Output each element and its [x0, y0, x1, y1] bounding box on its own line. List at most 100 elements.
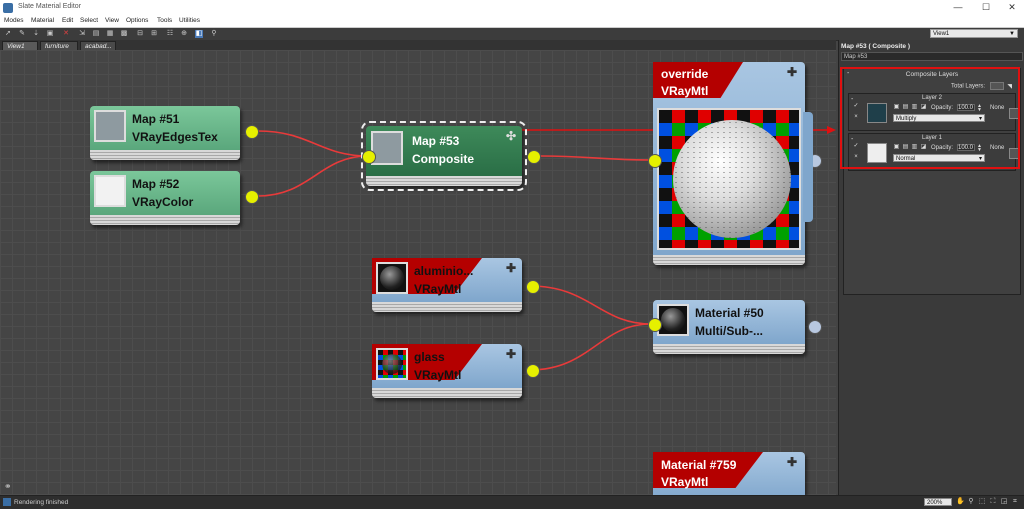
- add-icon[interactable]: ✚: [506, 261, 516, 275]
- total-layers: Total Layers: ◥: [951, 82, 1012, 90]
- zoom-select[interactable]: 200%: [924, 498, 952, 506]
- mask-label: None: [990, 105, 1005, 111]
- select-by-material-icon[interactable]: ⊕: [180, 30, 188, 38]
- zoom-selected-icon[interactable]: ◲: [1000, 498, 1008, 506]
- layer-2-opacity-input[interactable]: 100.0: [957, 104, 975, 111]
- assign-material-icon[interactable]: ▣: [46, 30, 54, 38]
- show-map-icon[interactable]: ▦: [106, 30, 114, 38]
- minimize-button[interactable]: —: [947, 1, 969, 14]
- node-map52-type: VRayColor: [132, 195, 194, 209]
- maximize-button[interactable]: ☐: [975, 1, 997, 14]
- node-map51[interactable]: Map #51 VRayEdgesTex: [90, 106, 240, 160]
- add-icon[interactable]: ✚: [787, 455, 797, 469]
- menu-utilities[interactable]: Utilities: [179, 17, 200, 24]
- node-override[interactable]: override VRayMtl ✚: [653, 62, 805, 265]
- layer-1-mask-button[interactable]: [1009, 148, 1019, 159]
- zoom-region-icon[interactable]: ⬚: [978, 498, 986, 506]
- mat50-input-socket[interactable]: [648, 318, 662, 332]
- rename-icon[interactable]: ▣: [893, 104, 900, 111]
- layer-2-map-swatch[interactable]: [867, 103, 887, 123]
- opacity-spinner-icon[interactable]: ▲ ▼: [977, 144, 982, 153]
- node-aluminio[interactable]: aluminio... VRayMtl ✚: [372, 258, 522, 312]
- layer-1-map-swatch[interactable]: [867, 143, 887, 163]
- map-name-field[interactable]: Map #53: [841, 52, 1023, 61]
- select-arrow-icon[interactable]: ➚: [4, 30, 12, 38]
- view-select-value: View1: [933, 31, 950, 37]
- layer-1-opacity-input[interactable]: 100.0: [957, 144, 975, 151]
- menu-view[interactable]: View: [105, 17, 119, 24]
- tab-furniture[interactable]: furniture: [40, 41, 78, 50]
- zoom-icon[interactable]: ⚲: [967, 498, 975, 506]
- menu-options[interactable]: Options: [126, 17, 148, 24]
- pan-icon[interactable]: ✋: [956, 498, 965, 506]
- move-children-icon[interactable]: ⇲: [78, 30, 86, 38]
- view-select[interactable]: View1 ▼: [930, 29, 1018, 38]
- node-mat50-name: Material #50: [695, 306, 764, 320]
- node-canvas[interactable]: Map #51 VRayEdgesTex Map #52 VRayColor M…: [0, 50, 836, 495]
- aluminio-output-socket[interactable]: [526, 280, 540, 294]
- menu-material[interactable]: Material: [31, 17, 54, 24]
- tab-acabad[interactable]: acabad...: [80, 41, 116, 50]
- glass-output-socket[interactable]: [526, 364, 540, 378]
- map53-output-socket[interactable]: [527, 150, 541, 164]
- navigator-binoculars-icon[interactable]: ⚭: [4, 481, 12, 492]
- menu-tools[interactable]: Tools: [157, 17, 172, 24]
- mat50-output-socket[interactable]: [808, 320, 822, 334]
- node-glass[interactable]: glass VRayMtl ✚: [372, 344, 522, 398]
- parameter-panel: Map #53 ( Composite ) Map #53 - Composit…: [838, 40, 1024, 495]
- add-icon[interactable]: ✚: [506, 347, 516, 361]
- put-to-scene-icon[interactable]: ⇣: [32, 30, 40, 38]
- chevron-down-icon: ▾: [978, 156, 982, 162]
- menu-select[interactable]: Select: [80, 17, 98, 24]
- node-mat759[interactable]: Material #759 VRayMtl ✚: [653, 452, 805, 495]
- close-button[interactable]: ✕: [1001, 1, 1023, 14]
- toggle-icon[interactable]: ◧: [195, 30, 203, 38]
- total-layers-field[interactable]: [989, 82, 1004, 90]
- delete-layer-icon[interactable]: ×: [852, 113, 860, 121]
- background-icon[interactable]: ▩: [120, 30, 128, 38]
- zoom-extents-icon[interactable]: ⛶: [989, 498, 997, 506]
- opacity-spinner-icon[interactable]: ▲ ▼: [977, 104, 982, 113]
- params-editor-icon[interactable]: ☷: [166, 30, 174, 38]
- node-override-type: VRayMtl: [661, 84, 709, 98]
- total-layers-label: Total Layers:: [951, 83, 986, 90]
- delete-icon[interactable]: ✕: [62, 30, 70, 38]
- wire-aluminio-mat50: [529, 285, 652, 325]
- visibility-icon[interactable]: ✓: [852, 102, 860, 110]
- mask-label: None: [990, 145, 1005, 151]
- override-input-socket[interactable]: [648, 154, 662, 168]
- visibility-icon[interactable]: ✓: [852, 142, 860, 150]
- material-map-navigator-icon[interactable]: ⚲: [210, 30, 218, 38]
- layer-delete-icon[interactable]: ▥: [911, 104, 918, 111]
- override-side-tab: [803, 112, 813, 222]
- layer-color-icon[interactable]: ◪: [920, 104, 927, 111]
- move-icon[interactable]: ✣: [506, 129, 516, 143]
- tab-view1[interactable]: View1: [2, 41, 38, 50]
- menu-edit[interactable]: Edit: [62, 17, 73, 24]
- node-map52[interactable]: Map #52 VRayColor: [90, 171, 240, 225]
- pick-material-icon[interactable]: ✎: [18, 30, 26, 38]
- duplicate-icon[interactable]: ▤: [902, 144, 909, 151]
- add-icon[interactable]: ✚: [787, 65, 797, 79]
- rollout-title: Composite Layers: [905, 71, 959, 78]
- layer-delete-icon[interactable]: ▥: [911, 144, 918, 151]
- layer-color-icon[interactable]: ◪: [920, 144, 927, 151]
- delete-layer-icon[interactable]: ×: [852, 153, 860, 161]
- layout-children-icon[interactable]: ⊞: [150, 30, 158, 38]
- node-map53[interactable]: Map #53 Composite ✣: [361, 121, 527, 191]
- hide-unused-icon[interactable]: ▤: [92, 30, 100, 38]
- layout-all-icon[interactable]: ⊟: [136, 30, 144, 38]
- layer-2-blend-select[interactable]: Multiply ▾: [893, 114, 985, 122]
- layer-2-mask-button[interactable]: [1009, 108, 1019, 119]
- map51-output-socket[interactable]: [245, 125, 259, 139]
- add-layer-icon[interactable]: ◥: [1007, 84, 1012, 90]
- duplicate-icon[interactable]: ▤: [902, 104, 909, 111]
- rename-icon[interactable]: ▣: [893, 144, 900, 151]
- map53-input-socket[interactable]: [362, 150, 376, 164]
- override-preview: [657, 108, 801, 250]
- node-mat50[interactable]: Material #50 Multi/Sub-...: [653, 300, 805, 354]
- map52-output-socket[interactable]: [245, 190, 259, 204]
- layer-1-blend-select[interactable]: Normal ▾: [893, 154, 985, 162]
- menu-modes[interactable]: Modes: [4, 17, 24, 24]
- zoom-all-icon[interactable]: ⌗: [1011, 498, 1019, 506]
